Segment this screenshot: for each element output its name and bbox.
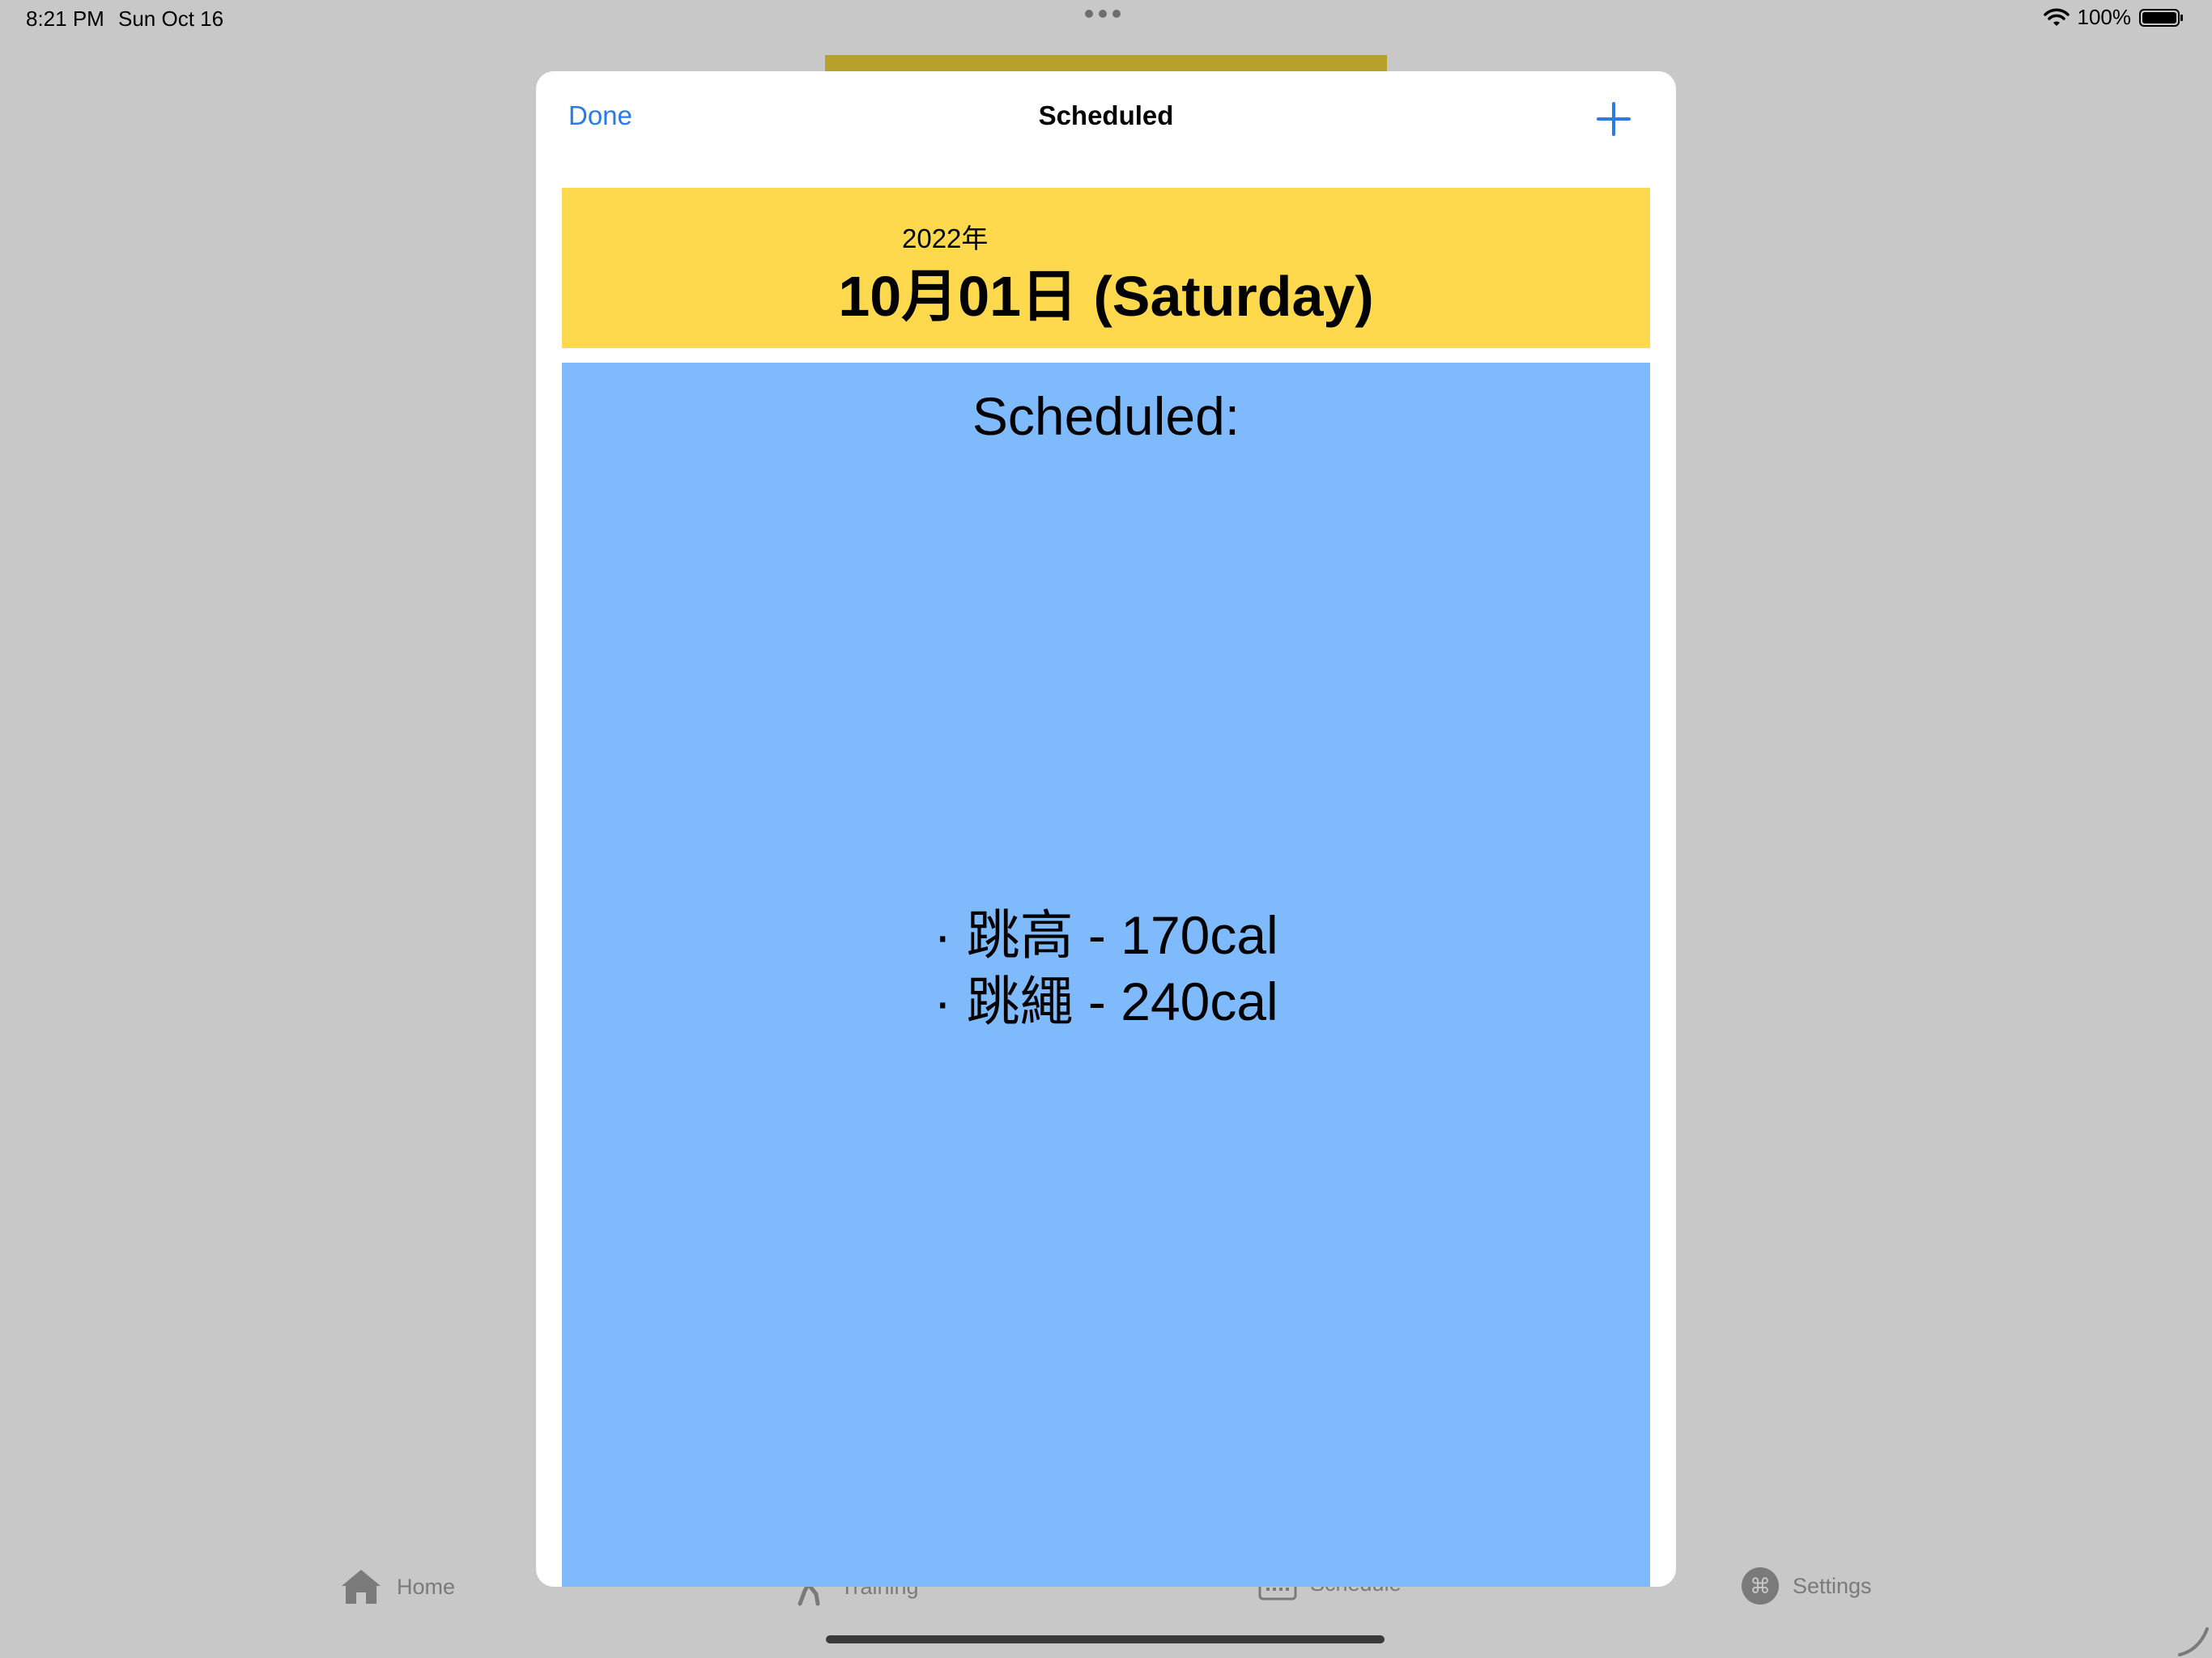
status-time: 8:21 PM [26,6,104,31]
command-icon: ⌘ [1742,1567,1779,1605]
scheduled-sheet: Done Scheduled 2022年 10月01日 (Saturday) S… [536,71,1676,1587]
multitasking-menu-icon[interactable] [1085,10,1121,18]
schedule-item: · 跳繩 - 240cal [934,971,1278,1031]
schedule-card: Scheduled: · 跳高 - 170cal · 跳繩 - 240cal [562,363,1650,1587]
house-icon [342,1570,381,1604]
sheet-title: Scheduled [1038,100,1174,130]
svg-text:⌘: ⌘ [1750,1575,1771,1599]
tab-home-label: Home [397,1574,456,1599]
date-heading: 10月01日 (Saturday) [838,265,1374,328]
sheet-nav-bar: Done Scheduled [536,71,1676,168]
wifi-icon [2043,8,2069,26]
status-date: Sun Oct 16 [118,6,224,31]
schedule-list: · 跳高 - 170cal · 跳繩 - 240cal [562,902,1650,1035]
tab-settings[interactable]: ⌘ Settings [1741,1567,1872,1605]
scribble-corner-icon [2178,1627,2209,1656]
date-year: 2022年 [902,223,989,253]
schedule-item: · 跳高 - 170cal [934,905,1278,965]
battery-icon [2139,8,2183,27]
date-card: 2022年 10月01日 (Saturday) [562,188,1650,348]
schedule-heading: Scheduled: [972,386,1240,446]
add-button[interactable] [1593,99,1634,139]
tab-home[interactable]: Home [338,1567,455,1607]
home-indicator[interactable] [826,1635,1385,1643]
tab-settings-label: Settings [1793,1573,1872,1598]
battery-percentage: 100% [2077,5,2132,29]
screen: 8:21 PM Sun Oct 16 100% Home Training [0,0,2212,1658]
status-indicators: 100% [2043,5,2183,30]
plus-icon [1597,102,1631,136]
